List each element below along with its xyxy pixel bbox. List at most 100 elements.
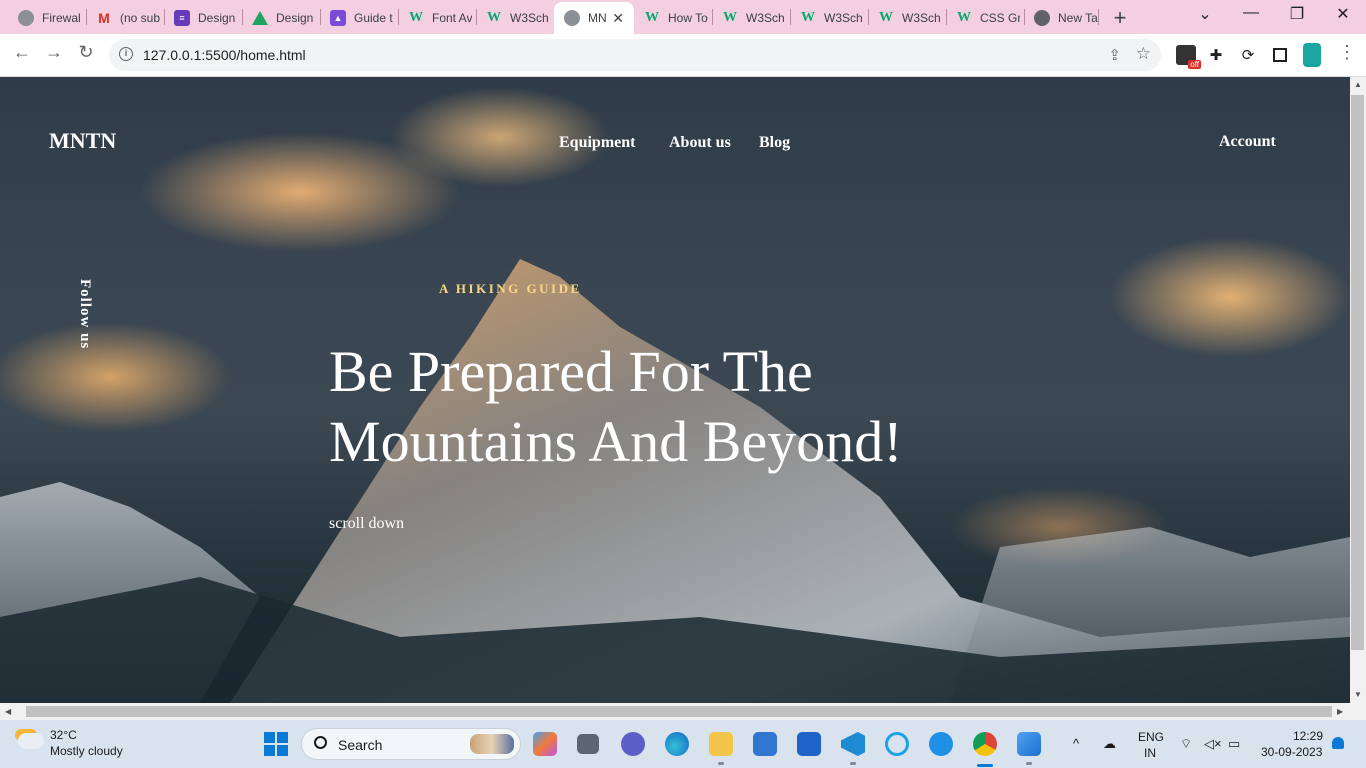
volume-muted-icon[interactable]: ◁× xyxy=(1204,736,1222,752)
tab[interactable]: Firewal xyxy=(8,2,86,34)
site-info-icon[interactable]: i xyxy=(119,47,133,61)
weather-cloud-icon[interactable] xyxy=(18,733,44,749)
close-tab-icon[interactable]: ✕ xyxy=(612,10,624,27)
tab-title: New Ta xyxy=(1058,11,1098,25)
w3schools-icon: W xyxy=(487,10,501,25)
tab-title: CSS Gr xyxy=(980,11,1020,25)
vertical-scrollbar-thumb[interactable] xyxy=(1351,95,1364,650)
tab-title: How To xyxy=(668,11,708,25)
follow-us-link[interactable]: Follow us xyxy=(76,279,93,349)
language-indicator[interactable]: ENG xyxy=(1138,730,1164,744)
browser-toolbar: ← → ↻ i 127.0.0.1:5500/home.html ⇪ ☆ off… xyxy=(0,34,1366,77)
weather-temperature[interactable]: 32°C xyxy=(50,728,77,742)
chrome-taskbar-icon[interactable] xyxy=(973,732,997,756)
new-tab-icon[interactable]: + xyxy=(1108,5,1132,31)
profile-avatar[interactable] xyxy=(1303,43,1321,67)
tab-title: Design xyxy=(198,11,236,25)
file-explorer-icon[interactable] xyxy=(709,732,733,756)
region-indicator[interactable]: IN xyxy=(1144,746,1156,760)
back-icon[interactable]: ← xyxy=(9,42,35,63)
side-panel-shape xyxy=(1273,48,1287,62)
clock-date[interactable]: 30-09-2023 xyxy=(1261,745,1322,759)
scroll-down-arrow-icon[interactable]: ▼ xyxy=(1354,690,1362,699)
share-icon[interactable]: ⇪ xyxy=(1108,46,1121,64)
site-logo[interactable]: MNTN xyxy=(49,128,116,154)
extension-off-icon[interactable]: off xyxy=(1176,45,1201,69)
tab[interactable]: Design xyxy=(242,2,320,34)
tab[interactable]: W W3Sch xyxy=(712,2,790,34)
forward-icon[interactable]: → xyxy=(41,42,67,63)
nav-link-equipment[interactable]: Equipment xyxy=(559,134,635,152)
tab[interactable]: W W3Sch xyxy=(868,2,946,34)
hero-section: MNTN Equipment About us Blog Account Fol… xyxy=(0,77,1350,703)
hero-kicker: A HIKING GUIDE xyxy=(439,281,582,296)
tab-title: Font Av xyxy=(432,11,472,25)
alexa-icon[interactable] xyxy=(885,732,909,756)
teams-chat-icon[interactable] xyxy=(621,732,645,756)
w3schools-icon: W xyxy=(879,10,893,25)
menu-dots-icon[interactable]: ⋮ xyxy=(1338,42,1356,63)
copilot-icon[interactable] xyxy=(533,732,557,756)
nav-link-blog[interactable]: Blog xyxy=(759,134,790,152)
scroll-up-arrow-icon[interactable]: ▲ xyxy=(1354,80,1362,89)
tab[interactable]: W W3Sch xyxy=(790,2,868,34)
battery-icon[interactable]: ▭ xyxy=(1228,736,1240,752)
onedrive-icon[interactable]: ☁ xyxy=(1103,736,1116,752)
horizontal-scrollbar-thumb[interactable] xyxy=(26,706,1332,717)
wifi-icon[interactable]: ⌔ xyxy=(1180,736,1192,752)
hero-headline: Be Prepared For The Mountains And Beyond… xyxy=(329,337,1029,477)
restore-icon[interactable]: ❐ xyxy=(1285,4,1309,24)
minimize-icon[interactable]: — xyxy=(1239,4,1263,22)
tab[interactable]: W W3Sch xyxy=(476,2,554,34)
scroll-right-arrow-icon[interactable]: ▶ xyxy=(1337,707,1343,716)
edge-icon[interactable] xyxy=(665,732,689,756)
extension-badge: off xyxy=(1188,60,1201,69)
running-indicator xyxy=(1026,762,1032,765)
help-icon[interactable] xyxy=(929,732,953,756)
search-placeholder: Search xyxy=(338,737,383,753)
forms-icon: ≡ xyxy=(174,10,190,26)
weather-description[interactable]: Mostly cloudy xyxy=(50,744,123,758)
bookmark-star-icon[interactable]: ☆ xyxy=(1136,44,1151,64)
gmail-icon: M xyxy=(98,10,110,26)
tab-title: W3Sch xyxy=(746,11,785,25)
show-hidden-icons-icon[interactable]: ^ xyxy=(1073,736,1079,751)
url-text[interactable]: 127.0.0.1:5500/home.html xyxy=(143,47,306,63)
address-bar[interactable]: i 127.0.0.1:5500/home.html ⇪ ☆ xyxy=(109,39,1161,71)
side-panel-icon[interactable] xyxy=(1270,45,1290,65)
windows-start-icon[interactable] xyxy=(264,732,288,756)
reload-icon[interactable]: ↻ xyxy=(73,42,99,63)
sync-icon[interactable]: ⟳ xyxy=(1238,45,1258,65)
tab[interactable]: New Ta xyxy=(1024,2,1098,34)
scroll-down-link[interactable]: scroll down xyxy=(329,515,404,533)
tab[interactable]: W How To xyxy=(634,2,712,34)
tab-title: W3Sch xyxy=(902,11,941,25)
tab-title: Guide t xyxy=(354,11,393,25)
task-view-icon[interactable] xyxy=(577,734,599,754)
photos-icon[interactable] xyxy=(1017,732,1041,756)
account-link[interactable]: Account xyxy=(1219,133,1276,151)
tab[interactable]: ≡ Design xyxy=(164,2,242,34)
clock-time[interactable]: 12:29 xyxy=(1293,729,1323,743)
tab-search-icon[interactable]: ⌄ xyxy=(1193,4,1217,24)
chrome-icon xyxy=(1034,10,1050,26)
tab[interactable]: M (no sub xyxy=(86,2,164,34)
notification-bell-icon[interactable] xyxy=(1332,737,1344,749)
tab-separator xyxy=(1098,9,1099,25)
myhp-icon[interactable] xyxy=(797,732,821,756)
tab[interactable]: W Font Av xyxy=(398,2,476,34)
w3schools-icon: W xyxy=(645,10,659,25)
tab-title: Firewal xyxy=(42,11,81,25)
scroll-left-arrow-icon[interactable]: ◀ xyxy=(5,707,11,716)
hero-headline-line1: Be Prepared For The xyxy=(329,339,813,404)
close-window-icon[interactable]: ✕ xyxy=(1331,4,1355,24)
tab-title: Design xyxy=(276,11,314,25)
tab[interactable]: ▲ Guide t xyxy=(320,2,398,34)
microsoft-store-icon[interactable] xyxy=(753,732,777,756)
tab[interactable]: W CSS Gr xyxy=(946,2,1024,34)
tab-active[interactable]: MN ✕ xyxy=(554,2,634,34)
nav-link-about-us[interactable]: About us xyxy=(669,134,731,152)
taskbar-search[interactable]: Search xyxy=(301,728,521,760)
extensions-puzzle-icon[interactable]: ✚ xyxy=(1206,45,1226,65)
tab-title: (no sub xyxy=(120,11,160,25)
